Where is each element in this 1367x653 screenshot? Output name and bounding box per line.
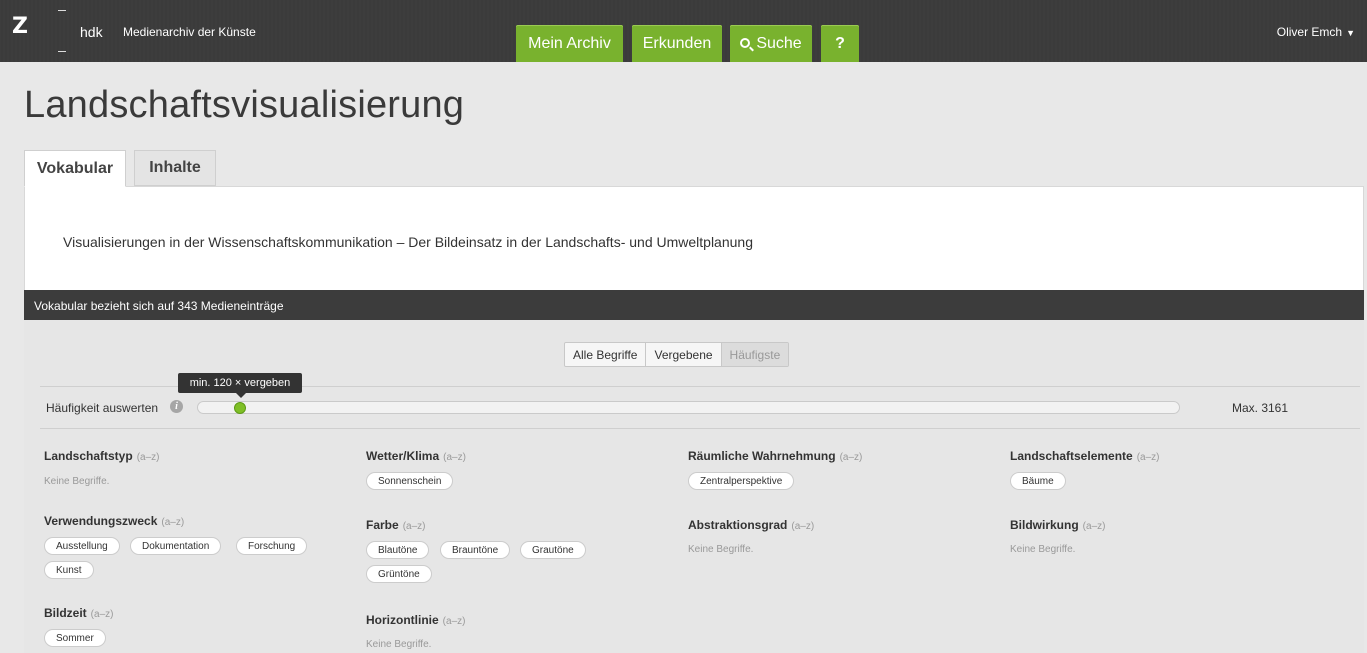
- group-title-verwendungszweck: Verwendungszweck (a–z): [44, 514, 184, 528]
- sort-az-link[interactable]: (a–z): [161, 517, 184, 528]
- sort-az-link[interactable]: (a–z): [840, 452, 863, 463]
- tab-label: Vokabular: [36, 159, 114, 177]
- group-name: Landschaftstyp: [44, 449, 133, 463]
- sort-az-link[interactable]: (a–z): [403, 521, 426, 532]
- group-title-landschaftselemente: Landschaftselemente (a–z): [1010, 449, 1160, 463]
- term-pill[interactable]: Bäume: [1010, 472, 1066, 490]
- group-name: Abstraktionsgrad: [688, 518, 788, 532]
- term-pill[interactable]: Kunst: [44, 561, 94, 579]
- term-pill[interactable]: Blautöne: [366, 541, 430, 559]
- vocabulary-info-bar: Vokabular bezieht sich auf 343 Medienein…: [24, 290, 1364, 320]
- app-title[interactable]: Medienarchiv der Künste: [123, 25, 256, 39]
- sort-az-link[interactable]: (a–z): [91, 609, 114, 620]
- nav-suche-button[interactable]: Suche: [730, 25, 812, 62]
- nav-mein-archiv-button[interactable]: Mein Archiv: [516, 25, 623, 62]
- term-pill[interactable]: Sommer: [44, 629, 106, 647]
- group-title-landschaftstyp: Landschaftstyp (a–z): [44, 449, 159, 463]
- group-title-farbe: Farbe (a–z): [366, 518, 425, 532]
- group-title-horizontlinie: Horizontlinie (a–z): [366, 613, 465, 627]
- description-text: Visualisierungen in der Wissenschaftskom…: [63, 234, 753, 250]
- term-pill[interactable]: Dokumentation: [130, 537, 222, 555]
- logo-z[interactable]: Z: [12, 14, 28, 39]
- term-pill[interactable]: Zentralperspektive: [688, 472, 795, 490]
- nav-label: Suche: [756, 34, 802, 52]
- tab-inhalte[interactable]: Inhalte: [134, 150, 216, 186]
- term-pill[interactable]: Brauntöne: [440, 541, 511, 559]
- sort-az-link[interactable]: (a–z): [137, 452, 160, 463]
- group-name: Wetter/Klima: [366, 449, 440, 463]
- empty-terms-text: Keine Begriffe.: [1010, 544, 1076, 555]
- group-title-abstraktionsgrad: Abstraktionsgrad (a–z): [688, 518, 814, 532]
- top-navigation-bar: Z hdk Medienarchiv der Künste Mein Archi…: [0, 0, 1367, 62]
- slider-tooltip: min. 120 × vergeben: [178, 373, 302, 398]
- logo-hdk[interactable]: hdk: [80, 24, 103, 40]
- term-pill[interactable]: Sonnenschein: [366, 472, 454, 490]
- segment-haeufigste[interactable]: Häufigste: [721, 343, 789, 366]
- user-menu[interactable]: Oliver Emch ▼: [1277, 25, 1355, 39]
- group-name: Bildzeit: [44, 606, 87, 620]
- group-name: Landschaftselemente: [1010, 449, 1133, 463]
- group-name: Verwendungszweck: [44, 514, 158, 528]
- group-title-wetter-klima: Wetter/Klima (a–z): [366, 449, 466, 463]
- info-icon[interactable]: i: [170, 400, 183, 413]
- description-panel: Visualisierungen in der Wissenschaftskom…: [24, 186, 1364, 290]
- sort-az-link[interactable]: (a–z): [1083, 521, 1106, 532]
- term-pill[interactable]: Grautöne: [520, 541, 586, 559]
- segment-alle-begriffe[interactable]: Alle Begriffe: [565, 343, 647, 366]
- divider: [40, 428, 1360, 429]
- caret-down-icon: ▼: [1346, 28, 1355, 38]
- tab-vokabular[interactable]: Vokabular: [24, 150, 126, 187]
- term-pill[interactable]: Ausstellung: [44, 537, 120, 555]
- term-pill[interactable]: Forschung: [236, 537, 308, 555]
- group-title-bildwirkung: Bildwirkung (a–z): [1010, 518, 1105, 532]
- logo-lines-icon: [58, 10, 68, 52]
- sort-az-link[interactable]: (a–z): [791, 521, 814, 532]
- group-name: Bildwirkung: [1010, 518, 1079, 532]
- vocabulary-count-text: Vokabular bezieht sich auf 343 Medienein…: [34, 299, 284, 313]
- frequency-slider-track[interactable]: [197, 401, 1180, 414]
- user-name: Oliver Emch: [1276, 25, 1343, 39]
- tab-label: Inhalte: [149, 159, 201, 176]
- group-name: Räumliche Wahrnehmung: [688, 449, 836, 463]
- empty-terms-text: Keine Begriffe.: [366, 639, 432, 650]
- group-name: Farbe: [366, 518, 399, 532]
- group-name: Horizontlinie: [366, 613, 439, 627]
- nav-erkunden-button[interactable]: Erkunden: [632, 25, 722, 62]
- sort-az-link[interactable]: (a–z): [443, 452, 466, 463]
- empty-terms-text: Keine Begriffe.: [44, 476, 110, 487]
- nav-label: ?: [835, 34, 845, 52]
- group-title-raeumliche-wahrnehmung: Räumliche Wahrnehmung (a–z): [688, 449, 862, 463]
- filter-segmented-control: Alle Begriffe Vergebene Häufigste: [564, 342, 790, 367]
- nav-label: Mein Archiv: [528, 34, 611, 52]
- sort-az-link[interactable]: (a–z): [443, 616, 466, 627]
- search-icon: [740, 37, 751, 48]
- sort-az-link[interactable]: (a–z): [1137, 452, 1160, 463]
- frequency-label: Häufigkeit auswerten: [46, 401, 159, 415]
- page-title: Landschaftsvisualisierung: [24, 84, 465, 126]
- empty-terms-text: Keine Begriffe.: [688, 544, 754, 555]
- nav-help-button[interactable]: ?: [821, 25, 859, 62]
- term-pill[interactable]: Grüntöne: [366, 565, 432, 583]
- frequency-slider-handle[interactable]: [234, 402, 246, 414]
- group-title-bildzeit: Bildzeit (a–z): [44, 606, 113, 620]
- slider-max-label: Max. 3161: [1232, 401, 1289, 415]
- nav-label: Erkunden: [642, 34, 712, 52]
- segment-vergebene[interactable]: Vergebene: [646, 343, 722, 366]
